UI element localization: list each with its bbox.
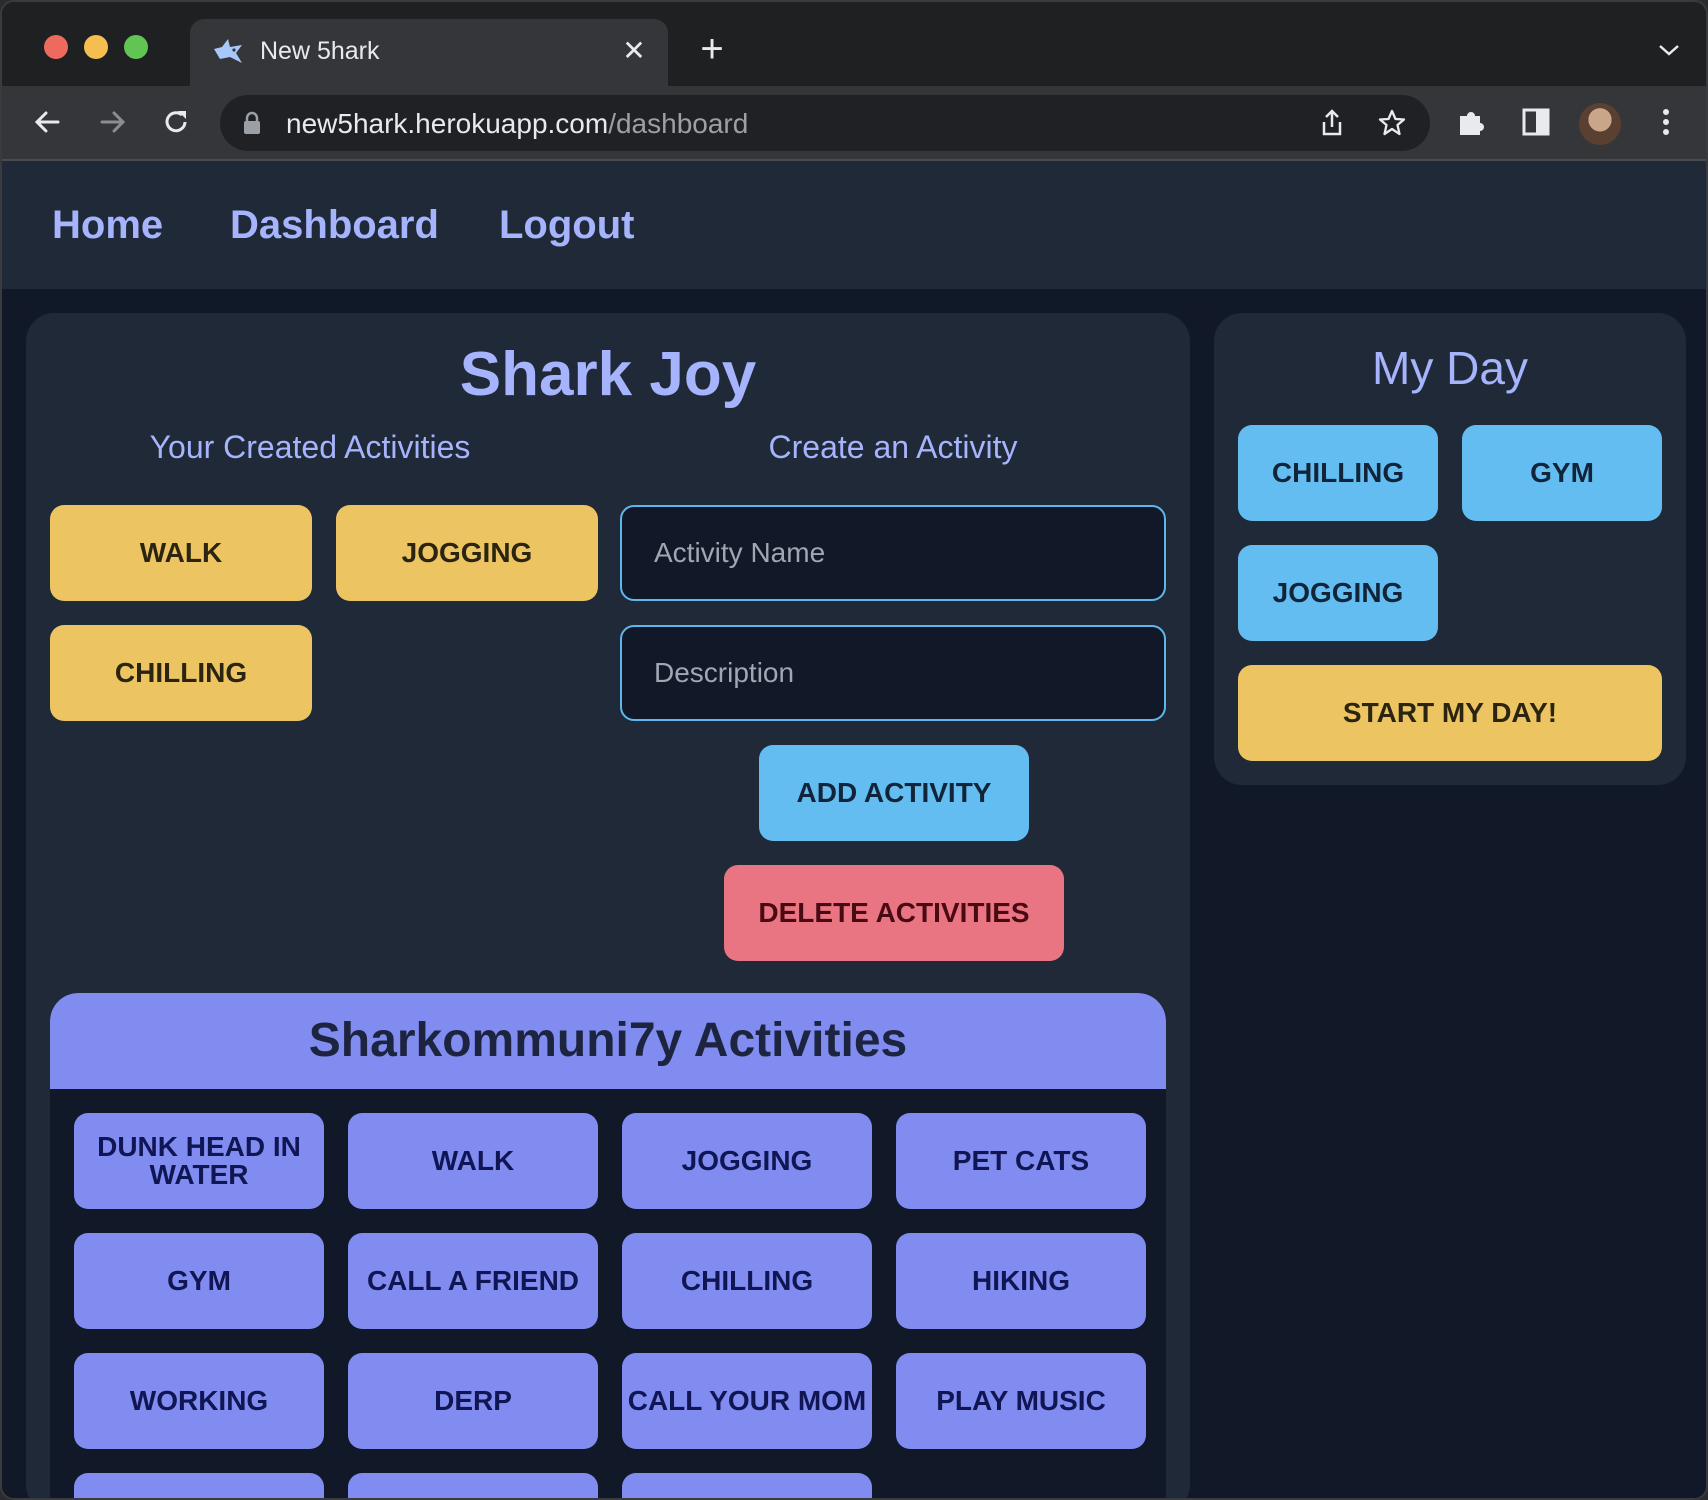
nav-home-link[interactable]: Home xyxy=(52,203,163,248)
tab-title: New 5hark xyxy=(260,37,380,65)
page-title: Shark Joy xyxy=(459,340,757,409)
created-activity-walk-button[interactable]: WALK xyxy=(50,505,312,601)
my-day-card: My Day CHILLING GYM JOGGING START MY DAY… xyxy=(1214,313,1686,785)
my-day-activity-button[interactable]: GYM xyxy=(1462,425,1662,521)
create-activity-heading: Create an Activity xyxy=(768,429,1018,465)
more-menu-icon[interactable] xyxy=(1646,102,1686,142)
site-navbar: Home Dashboard Logout xyxy=(2,161,1706,289)
back-arrow-icon[interactable] xyxy=(28,102,68,142)
url-text: new5hark.herokuapp.com/dashboard xyxy=(286,108,748,140)
browser-toolbar: new5hark.herokuapp.com/dashboard xyxy=(2,86,1706,161)
url-path: /dashboard xyxy=(608,108,749,139)
community-activity-button[interactable]: CALL A FRIEND xyxy=(348,1233,598,1329)
tab-strip: New 5hark ✕ + xyxy=(2,2,1706,86)
minimize-window-button[interactable] xyxy=(84,35,108,59)
shark-joy-card: Shark Joy Your Created Activities Create… xyxy=(26,313,1190,1498)
community-activity-button[interactable]: DERP xyxy=(348,1353,598,1449)
nav-dashboard-link[interactable]: Dashboard xyxy=(230,203,439,248)
created-activity-chilling-button[interactable]: CHILLING xyxy=(50,625,312,721)
created-activities-heading: Your Created Activities xyxy=(149,429,471,465)
community-header: Sharkommuni7y Activities xyxy=(50,993,1166,1089)
nav-logout-link[interactable]: Logout xyxy=(499,203,635,248)
url-host: new5hark.herokuapp.com xyxy=(286,108,609,139)
community-activity-button[interactable]: WORKING xyxy=(74,1353,324,1449)
activity-name-input[interactable]: Activity Name xyxy=(620,505,1166,601)
community-activity-button[interactable]: WALK xyxy=(348,1113,598,1209)
new-tab-icon[interactable]: + xyxy=(694,29,730,69)
created-activity-jogging-button[interactable]: JOGGING xyxy=(336,505,598,601)
profile-avatar[interactable] xyxy=(1579,103,1621,145)
side-panel-icon[interactable] xyxy=(1516,102,1556,142)
community-activity-button[interactable]: DUNK HEAD IN WATER xyxy=(74,1113,324,1209)
star-icon[interactable] xyxy=(1376,107,1408,139)
maximize-window-button[interactable] xyxy=(124,35,148,59)
community-activity-button[interactable] xyxy=(74,1473,324,1498)
community-activity-button[interactable]: PLAY MUSIC xyxy=(896,1353,1146,1449)
lock-icon xyxy=(244,111,260,134)
forward-arrow-icon[interactable] xyxy=(92,102,132,142)
community-activity-button[interactable]: JOGGING xyxy=(622,1113,872,1209)
reload-icon[interactable] xyxy=(156,102,196,142)
tab-close-icon[interactable]: ✕ xyxy=(618,35,650,67)
close-window-button[interactable] xyxy=(44,35,68,59)
community-activity-button[interactable]: CALL YOUR MOM xyxy=(622,1353,872,1449)
page-content: Home Dashboard Logout Shark Joy Your Cre… xyxy=(2,161,1706,1498)
browser-window: New 5hark ✕ + new5hark.herokuapp.com/das… xyxy=(0,0,1708,1500)
my-day-activity-button[interactable]: CHILLING xyxy=(1238,425,1438,521)
community-activity-button[interactable]: CHILLING xyxy=(622,1233,872,1329)
community-title: Sharkommuni7y Activities xyxy=(308,1014,908,1067)
browser-tab[interactable]: New 5hark ✕ xyxy=(190,19,668,86)
community-activity-button[interactable]: GYM xyxy=(74,1233,324,1329)
community-activities-panel: Sharkommuni7y Activities DUNK HEAD IN WA… xyxy=(50,993,1166,1498)
address-bar[interactable]: new5hark.herokuapp.com/dashboard xyxy=(220,95,1430,151)
my-day-activity-button[interactable]: JOGGING xyxy=(1238,545,1438,641)
community-activity-button[interactable]: PET CATS xyxy=(896,1113,1146,1209)
share-icon[interactable] xyxy=(1316,107,1348,139)
community-activity-button[interactable]: HIKING xyxy=(896,1233,1146,1329)
delete-activities-button[interactable]: DELETE ACTIVITIES xyxy=(724,865,1064,961)
add-activity-button[interactable]: ADD ACTIVITY xyxy=(759,745,1029,841)
my-day-title: My Day xyxy=(1372,342,1528,394)
community-activity-button[interactable] xyxy=(622,1473,872,1498)
description-input[interactable]: Description xyxy=(620,625,1166,721)
start-my-day-button[interactable]: START MY DAY! xyxy=(1238,665,1662,761)
shark-favicon-icon xyxy=(214,39,242,63)
community-activity-button[interactable]: LEARN xyxy=(348,1473,598,1498)
chevron-down-icon[interactable] xyxy=(1656,40,1682,60)
extensions-puzzle-icon[interactable] xyxy=(1452,102,1492,142)
